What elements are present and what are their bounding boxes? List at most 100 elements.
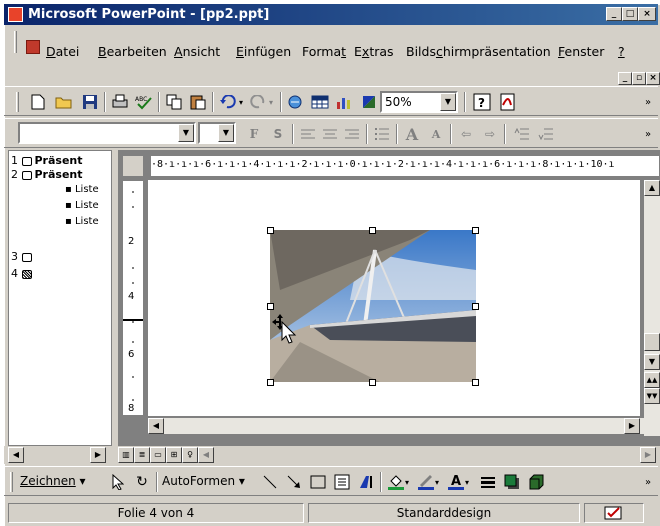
doc-restore-button[interactable]: ▫ <box>632 72 646 85</box>
new-document-icon[interactable] <box>28 92 48 112</box>
previous-slide-icon[interactable]: ▲▲ <box>644 372 660 388</box>
slide-picture[interactable] <box>270 230 476 382</box>
resize-handle[interactable] <box>369 379 376 386</box>
zoom-select[interactable]: 50% ▼ <box>380 91 458 113</box>
slide-sorter-view-icon[interactable]: ⊞ <box>166 447 182 463</box>
line-style-icon[interactable] <box>478 472 498 492</box>
outline-slide-2[interactable]: 2 Präsent <box>11 168 83 181</box>
color-grayscale-icon[interactable] <box>360 92 380 112</box>
horizontal-ruler[interactable]: ·8·ı·ı·ı·6·ı·ı·ı·4·ı·ı·ı·2·ı·ı·ı·0·ı·ı·ı… <box>150 155 660 177</box>
3d-icon[interactable] <box>526 472 546 492</box>
outline-slide-1[interactable]: 1 Präsent <box>11 154 83 167</box>
outline-scroll-left-icon[interactable]: ◀ <box>8 447 24 463</box>
acrobat-pdf-icon[interactable] <box>498 92 518 112</box>
menu-bearbeiten[interactable]: Bearbeiten <box>98 44 167 59</box>
vertical-ruler[interactable]: 2 4 6 8 <box>122 180 144 416</box>
menu-bildschirmpraesentation[interactable]: Bildschirmpräsentation <box>406 44 551 59</box>
decrease-font-icon[interactable]: A <box>426 124 446 144</box>
next-slide-icon[interactable]: ▼▼ <box>644 388 660 404</box>
free-rotate-icon[interactable]: ↻ <box>132 472 152 492</box>
scroll-up-icon[interactable]: ▲ <box>644 180 660 196</box>
line-tool-icon[interactable] <box>260 472 280 492</box>
horizontal-scrollbar[interactable]: ◀ ▶ <box>148 418 644 434</box>
move-up-icon[interactable] <box>512 124 532 144</box>
scroll-left-icon[interactable]: ◀ <box>148 418 164 434</box>
rectangle-tool-icon[interactable] <box>308 472 328 492</box>
redo-icon[interactable] <box>248 92 268 112</box>
doc-minimize-button[interactable]: _ <box>618 72 632 85</box>
resize-handle[interactable] <box>472 227 479 234</box>
print-icon[interactable] <box>110 92 130 112</box>
menubar-grip[interactable] <box>14 31 17 53</box>
outline-slide-4[interactable]: 4 <box>11 267 35 280</box>
draw-menu-button[interactable]: Zeichnen ▾ <box>20 474 86 488</box>
select-objects-icon[interactable] <box>108 472 128 492</box>
slideshow-view-icon[interactable]: ♀ <box>182 447 198 463</box>
minimize-button[interactable]: _ <box>606 7 622 21</box>
align-left-icon[interactable] <box>298 124 318 144</box>
insert-table-icon[interactable] <box>310 92 330 112</box>
move-down-icon[interactable] <box>536 124 556 144</box>
outline-bullet-3[interactable]: ▪ Liste <box>65 216 99 227</box>
align-center-icon[interactable] <box>320 124 340 144</box>
promote-icon[interactable]: ⇦ <box>456 124 476 144</box>
slide-view-icon[interactable]: ▭ <box>150 447 166 463</box>
formatting-options-chevron-icon[interactable]: » <box>642 124 654 144</box>
bullets-icon[interactable] <box>372 124 392 144</box>
menu-fenster[interactable]: Fenster <box>558 44 604 59</box>
textbox-tool-icon[interactable] <box>332 472 352 492</box>
outline-bullet-2[interactable]: ▪ Liste <box>65 200 99 211</box>
outline-view-icon[interactable]: ≣ <box>134 447 150 463</box>
paste-icon[interactable] <box>188 92 208 112</box>
view-scroll-left-icon[interactable]: ◀ <box>198 447 214 463</box>
normal-view-icon[interactable]: ▥ <box>118 447 134 463</box>
menu-ansicht[interactable]: Ansicht <box>174 44 220 59</box>
resize-handle[interactable] <box>267 303 274 310</box>
copy-icon[interactable] <box>164 92 184 112</box>
fill-color-dropdown-icon[interactable]: ▾ <box>402 472 412 492</box>
toolbar-grip[interactable] <box>10 472 13 492</box>
font-name-select[interactable]: ▼ <box>18 122 196 144</box>
outline-slide-3[interactable]: 3 <box>11 250 35 263</box>
scroll-thumb[interactable] <box>644 333 660 351</box>
hyperlink-icon[interactable] <box>286 92 306 112</box>
resize-handle[interactable] <box>472 303 479 310</box>
powerpoint-app-icon[interactable] <box>8 7 23 22</box>
undo-dropdown-icon[interactable]: ▾ <box>236 92 246 112</box>
close-button[interactable]: × <box>638 7 656 21</box>
menu-datei[interactable]: Datei <box>46 44 79 59</box>
view-scroll-right-icon[interactable]: ▶ <box>640 447 656 463</box>
resize-handle[interactable] <box>369 227 376 234</box>
menu-help[interactable]: ? <box>618 44 625 59</box>
resize-handle[interactable] <box>267 227 274 234</box>
help-icon[interactable]: ? <box>472 92 492 112</box>
shadow-icon[interactable] <box>502 472 522 492</box>
line-color-dropdown-icon[interactable]: ▾ <box>432 472 442 492</box>
toolbar-options-chevron-icon[interactable]: » <box>642 92 654 112</box>
autoshapes-menu-button[interactable]: AutoFormen ▾ <box>162 474 245 488</box>
spelling-icon[interactable]: ABC <box>134 92 154 112</box>
wordart-icon[interactable] <box>356 472 376 492</box>
align-right-icon[interactable] <box>342 124 362 144</box>
increase-font-icon[interactable]: A <box>402 124 422 144</box>
resize-handle[interactable] <box>472 379 479 386</box>
outline-bullet-1[interactable]: ▪ Liste <box>65 184 99 195</box>
toolbar-grip[interactable] <box>16 92 19 112</box>
resize-handle[interactable] <box>267 379 274 386</box>
save-icon[interactable] <box>80 92 100 112</box>
bold-button[interactable]: F <box>244 124 264 144</box>
menu-einfuegen[interactable]: Einfügen <box>236 44 291 59</box>
arrow-tool-icon[interactable] <box>284 472 304 492</box>
menu-format[interactable]: Format <box>302 44 346 59</box>
font-color-dropdown-icon[interactable]: ▾ <box>462 472 472 492</box>
scroll-right-icon[interactable]: ▶ <box>624 418 640 434</box>
font-size-select[interactable]: ▼ <box>198 122 236 144</box>
maximize-button[interactable]: □ <box>622 7 638 21</box>
scroll-down-icon[interactable]: ▼ <box>644 354 660 370</box>
undo-icon[interactable] <box>218 92 238 112</box>
demote-icon[interactable]: ⇨ <box>480 124 500 144</box>
redo-dropdown-icon[interactable]: ▾ <box>266 92 276 112</box>
drawing-options-chevron-icon[interactable]: » <box>642 472 654 492</box>
outline-scroll-right-icon[interactable]: ▶ <box>90 447 106 463</box>
shadow-button[interactable]: S <box>268 124 288 144</box>
